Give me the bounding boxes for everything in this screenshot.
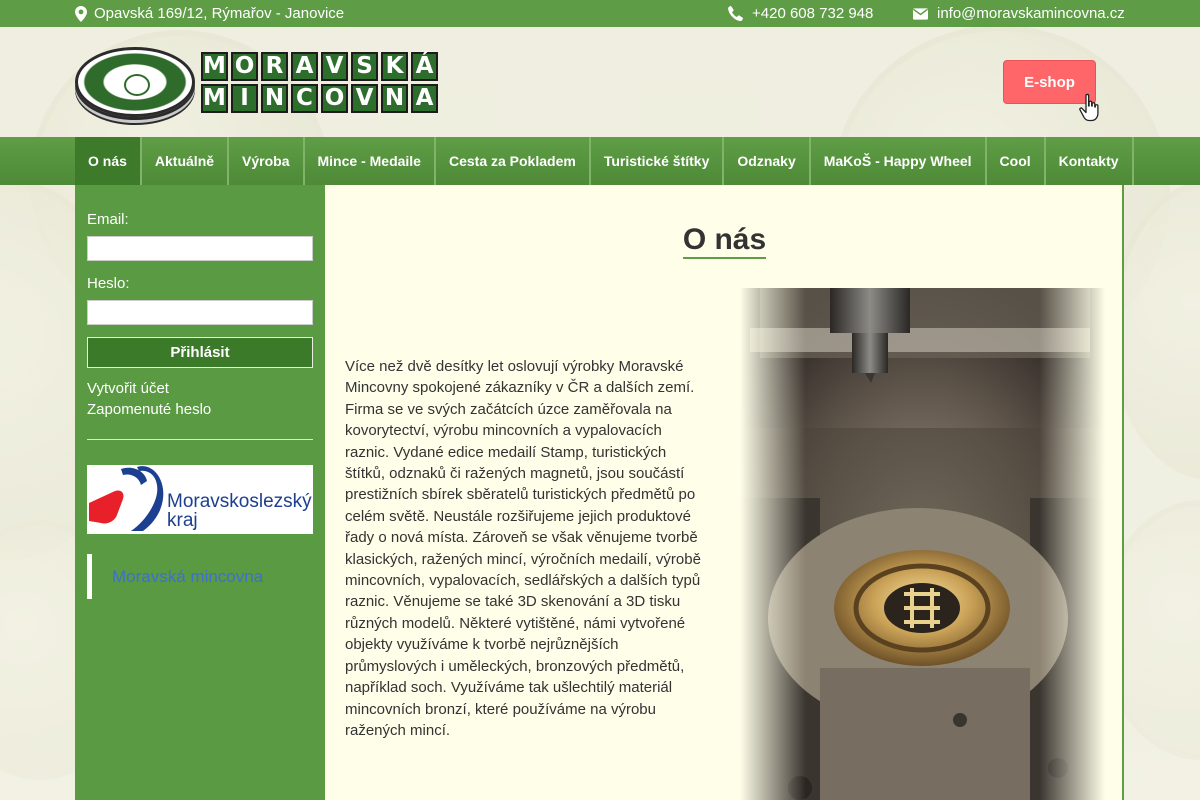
region-logo-text-2: kraj [167,510,198,531]
address-text: Opavská 169/12, Rýmařov - Janovice [94,5,345,22]
region-logo-text: Moravskoslezský kraj [167,492,312,530]
nav-item-kontakty[interactable]: Kontakty [1046,137,1134,185]
logo-letter: S [351,51,378,81]
nav-item-turisticke-stitky[interactable]: Turistické štítky [591,137,725,185]
logo-letter: I [231,83,258,113]
logo-letter: R [261,51,288,81]
logo-letter: O [321,83,348,113]
email[interactable]: info@moravskamincovna.cz [913,5,1125,22]
email-field[interactable] [87,236,313,261]
logo-letter: C [291,83,318,113]
moravska-mincovna-link[interactable]: Moravská mincovna [112,567,263,587]
logo-letter: K [381,51,408,81]
main-navigation: O nás Aktuálně Výroba Mince - Medaile Cesta … [0,137,1200,185]
email-label: Email: [87,211,129,228]
nav-item-makos-happy-wheel[interactable]: MaKoŠ - Happy Wheel [811,137,987,185]
nav-item-aktualne[interactable]: Aktuálně [142,137,230,185]
nav-item-cesta-za-pokladem[interactable]: Cesta za Pokladem [436,137,591,185]
phone-number[interactable]: +420 608 732 948 [752,5,873,22]
nav-item-o-nas[interactable]: O nás [75,137,142,185]
email-address[interactable]: info@moravskamincovna.cz [937,5,1125,22]
logo-letter: N [381,83,408,113]
logo-letter: V [321,51,348,81]
logo-letter: A [291,51,318,81]
page-title-text: O nás [682,223,767,259]
nav-item-mince-medaile[interactable]: Mince - Medaile [305,137,436,185]
map-marker-icon [75,5,87,22]
nav-item-odznaky[interactable]: Odznaky [724,137,811,185]
logo-coin-icon [75,47,195,117]
logo-letter: V [351,83,378,113]
hand-pointer-icon [1078,93,1104,128]
site-logo[interactable]: MORAVSKÁ MINCOVNA [75,47,438,117]
phone[interactable]: +420 608 732 948 [728,5,873,22]
logo-line-2: MINCOVNA [201,83,438,113]
nav-item-vyroba[interactable]: Výroba [229,137,305,185]
logo-letter: N [261,83,288,113]
main-content: O nás Více než dvě desítky let oslovují … [325,185,1124,800]
password-field[interactable] [87,300,313,325]
login-button[interactable]: Přihlásit [87,337,313,368]
sidebar-quote: Moravská mincovna [87,554,313,599]
forgot-password-link[interactable]: Zapomenuté heslo [87,401,313,418]
logo-letter: M [201,83,228,113]
region-emblem-icon [89,466,164,531]
password-label: Heslo: [87,275,130,292]
logo-letter: M [201,51,228,81]
sidebar-divider [87,439,313,440]
page-title: O nás [325,223,1124,259]
nav-item-cool[interactable]: Cool [987,137,1046,185]
create-account-link[interactable]: Vytvořit účet [87,380,313,397]
logo-letter: A [411,83,438,113]
logo-wordmark: MORAVSKÁ MINCOVNA [201,51,438,113]
about-paragraph: Více než dvě desítky let oslovují výrobk… [345,358,701,739]
logo-letter: Á [411,51,438,81]
sidebar: Email: Heslo: Přihlásit Vytvořit účet Za… [75,185,325,800]
logo-line-1: MORAVSKÁ [201,51,438,81]
coin-die-machining-photo [740,288,1105,800]
logo-letter: O [231,51,258,81]
site-header: MORAVSKÁ MINCOVNA E-shop [0,27,1200,137]
envelope-icon [913,7,928,20]
address: Opavská 169/12, Rýmařov - Janovice [75,5,344,22]
region-logo-text-1: Moravskoslezský [167,491,312,512]
top-info-bar: Opavská 169/12, Rýmařov - Janovice +420 … [0,0,1200,27]
phone-icon [728,6,743,21]
region-logo-banner[interactable]: Moravskoslezský kraj [87,465,313,534]
